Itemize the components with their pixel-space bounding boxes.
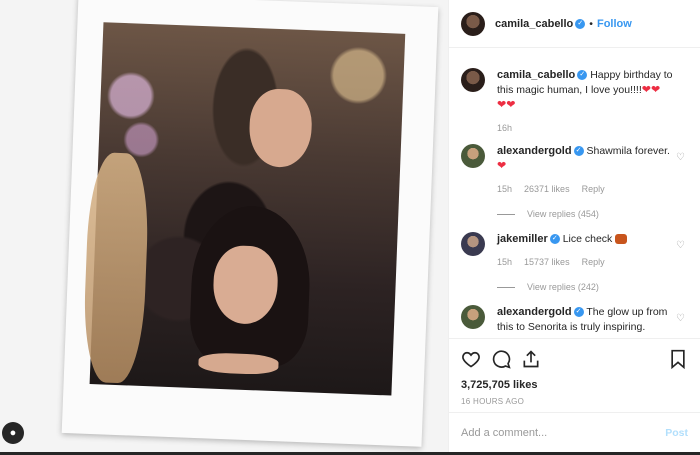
separator-dot: • — [589, 17, 593, 30]
comment-like-heart-icon[interactable]: ♡ — [676, 240, 686, 251]
post-timestamp[interactable]: 16 HOURS AGO — [461, 397, 688, 406]
comment-item: jakemiller ✓ Lice check 15h 15737 likes R… — [461, 232, 688, 295]
add-comment-bar: Post — [449, 412, 700, 452]
post-actions: 3,725,705 likes 16 HOURS AGO — [449, 338, 700, 406]
post-photo-pane: ● — [0, 0, 448, 455]
post-comment-button[interactable]: Post — [665, 427, 688, 439]
follow-button[interactable]: Follow — [597, 18, 632, 30]
user-tags-icon[interactable]: ● — [2, 422, 24, 444]
comment-input[interactable] — [461, 426, 666, 439]
comment-icon[interactable] — [491, 349, 511, 369]
caption-avatar[interactable] — [461, 68, 485, 92]
caption-time[interactable]: 16h — [497, 121, 512, 136]
verified-badge-icon: ✓ — [573, 146, 584, 157]
reply-button[interactable]: Reply — [582, 255, 605, 270]
bookmark-icon[interactable] — [668, 349, 688, 369]
comment-avatar[interactable] — [461, 144, 485, 168]
heart-icon[interactable] — [461, 349, 481, 369]
view-replies-label[interactable]: View replies (242) — [527, 280, 599, 295]
view-replies[interactable]: View replies (242) — [497, 280, 672, 295]
reply-button[interactable]: Reply — [582, 182, 605, 197]
heart-emoji-icon: ❤ — [641, 84, 651, 96]
comment-time[interactable]: 15h — [497, 255, 512, 270]
post-header: camila_cabello ✓ • Follow — [449, 0, 700, 48]
verified-badge-icon: ✓ — [575, 18, 586, 29]
caption: camila_cabello ✓ Happy birthday to this m… — [461, 68, 688, 136]
comment-username[interactable]: alexandergold — [497, 145, 572, 157]
likes-count[interactable]: 3,725,705 likes — [461, 379, 688, 391]
replies-divider — [497, 287, 515, 288]
comment-likes[interactable]: 15737 likes — [524, 255, 570, 270]
photo-blurred-hair — [81, 151, 151, 384]
view-replies-label[interactable]: View replies (454) — [527, 207, 599, 222]
photo-man-face — [248, 87, 314, 169]
comment-username[interactable]: alexandergold — [497, 306, 572, 318]
lion-emoji-icon — [615, 234, 628, 245]
comment-text: Shawmila forever. — [586, 145, 670, 157]
verified-badge-icon: ✓ — [577, 70, 588, 81]
comment-likes[interactable]: 26371 likes — [524, 182, 570, 197]
author-avatar[interactable] — [461, 11, 485, 36]
comment-item: alexandergold ✓ The glow up from this to … — [461, 305, 688, 335]
verified-badge-icon: ✓ — [549, 234, 560, 245]
heart-emoji-icon: ❤ — [497, 160, 507, 172]
comment-like-heart-icon[interactable]: ♡ — [676, 313, 686, 324]
share-icon[interactable] — [521, 349, 541, 369]
comment-like-heart-icon[interactable]: ♡ — [676, 152, 686, 163]
comments-list[interactable]: camila_cabello ✓ Happy birthday to this m… — [449, 48, 700, 338]
heart-emoji-icon: ❤ — [497, 99, 507, 111]
post-photo[interactable] — [81, 22, 406, 396]
photo-hand — [198, 352, 279, 376]
post-side-panel: camila_cabello ✓ • Follow camila_cabello… — [448, 0, 700, 455]
action-icons-row — [461, 347, 688, 371]
heart-emoji-icon: ❤ — [506, 99, 516, 111]
author-username[interactable]: camila_cabello — [495, 18, 573, 30]
heart-emoji-icon: ❤ — [650, 84, 661, 96]
view-replies[interactable]: View replies (454) — [497, 207, 672, 222]
verified-badge-icon: ✓ — [573, 307, 584, 318]
comment-username[interactable]: jakemiller — [497, 233, 548, 245]
comment-text: Lice check — [562, 233, 613, 245]
comment-time[interactable]: 15h — [497, 182, 512, 197]
comment-item: alexandergold ✓ Shawmila forever. ❤ 15h 2… — [461, 144, 688, 222]
polaroid-frame — [61, 0, 439, 447]
caption-username[interactable]: camila_cabello — [497, 69, 575, 81]
comment-avatar[interactable] — [461, 232, 485, 256]
replies-divider — [497, 214, 515, 215]
comment-avatar[interactable] — [461, 305, 485, 329]
